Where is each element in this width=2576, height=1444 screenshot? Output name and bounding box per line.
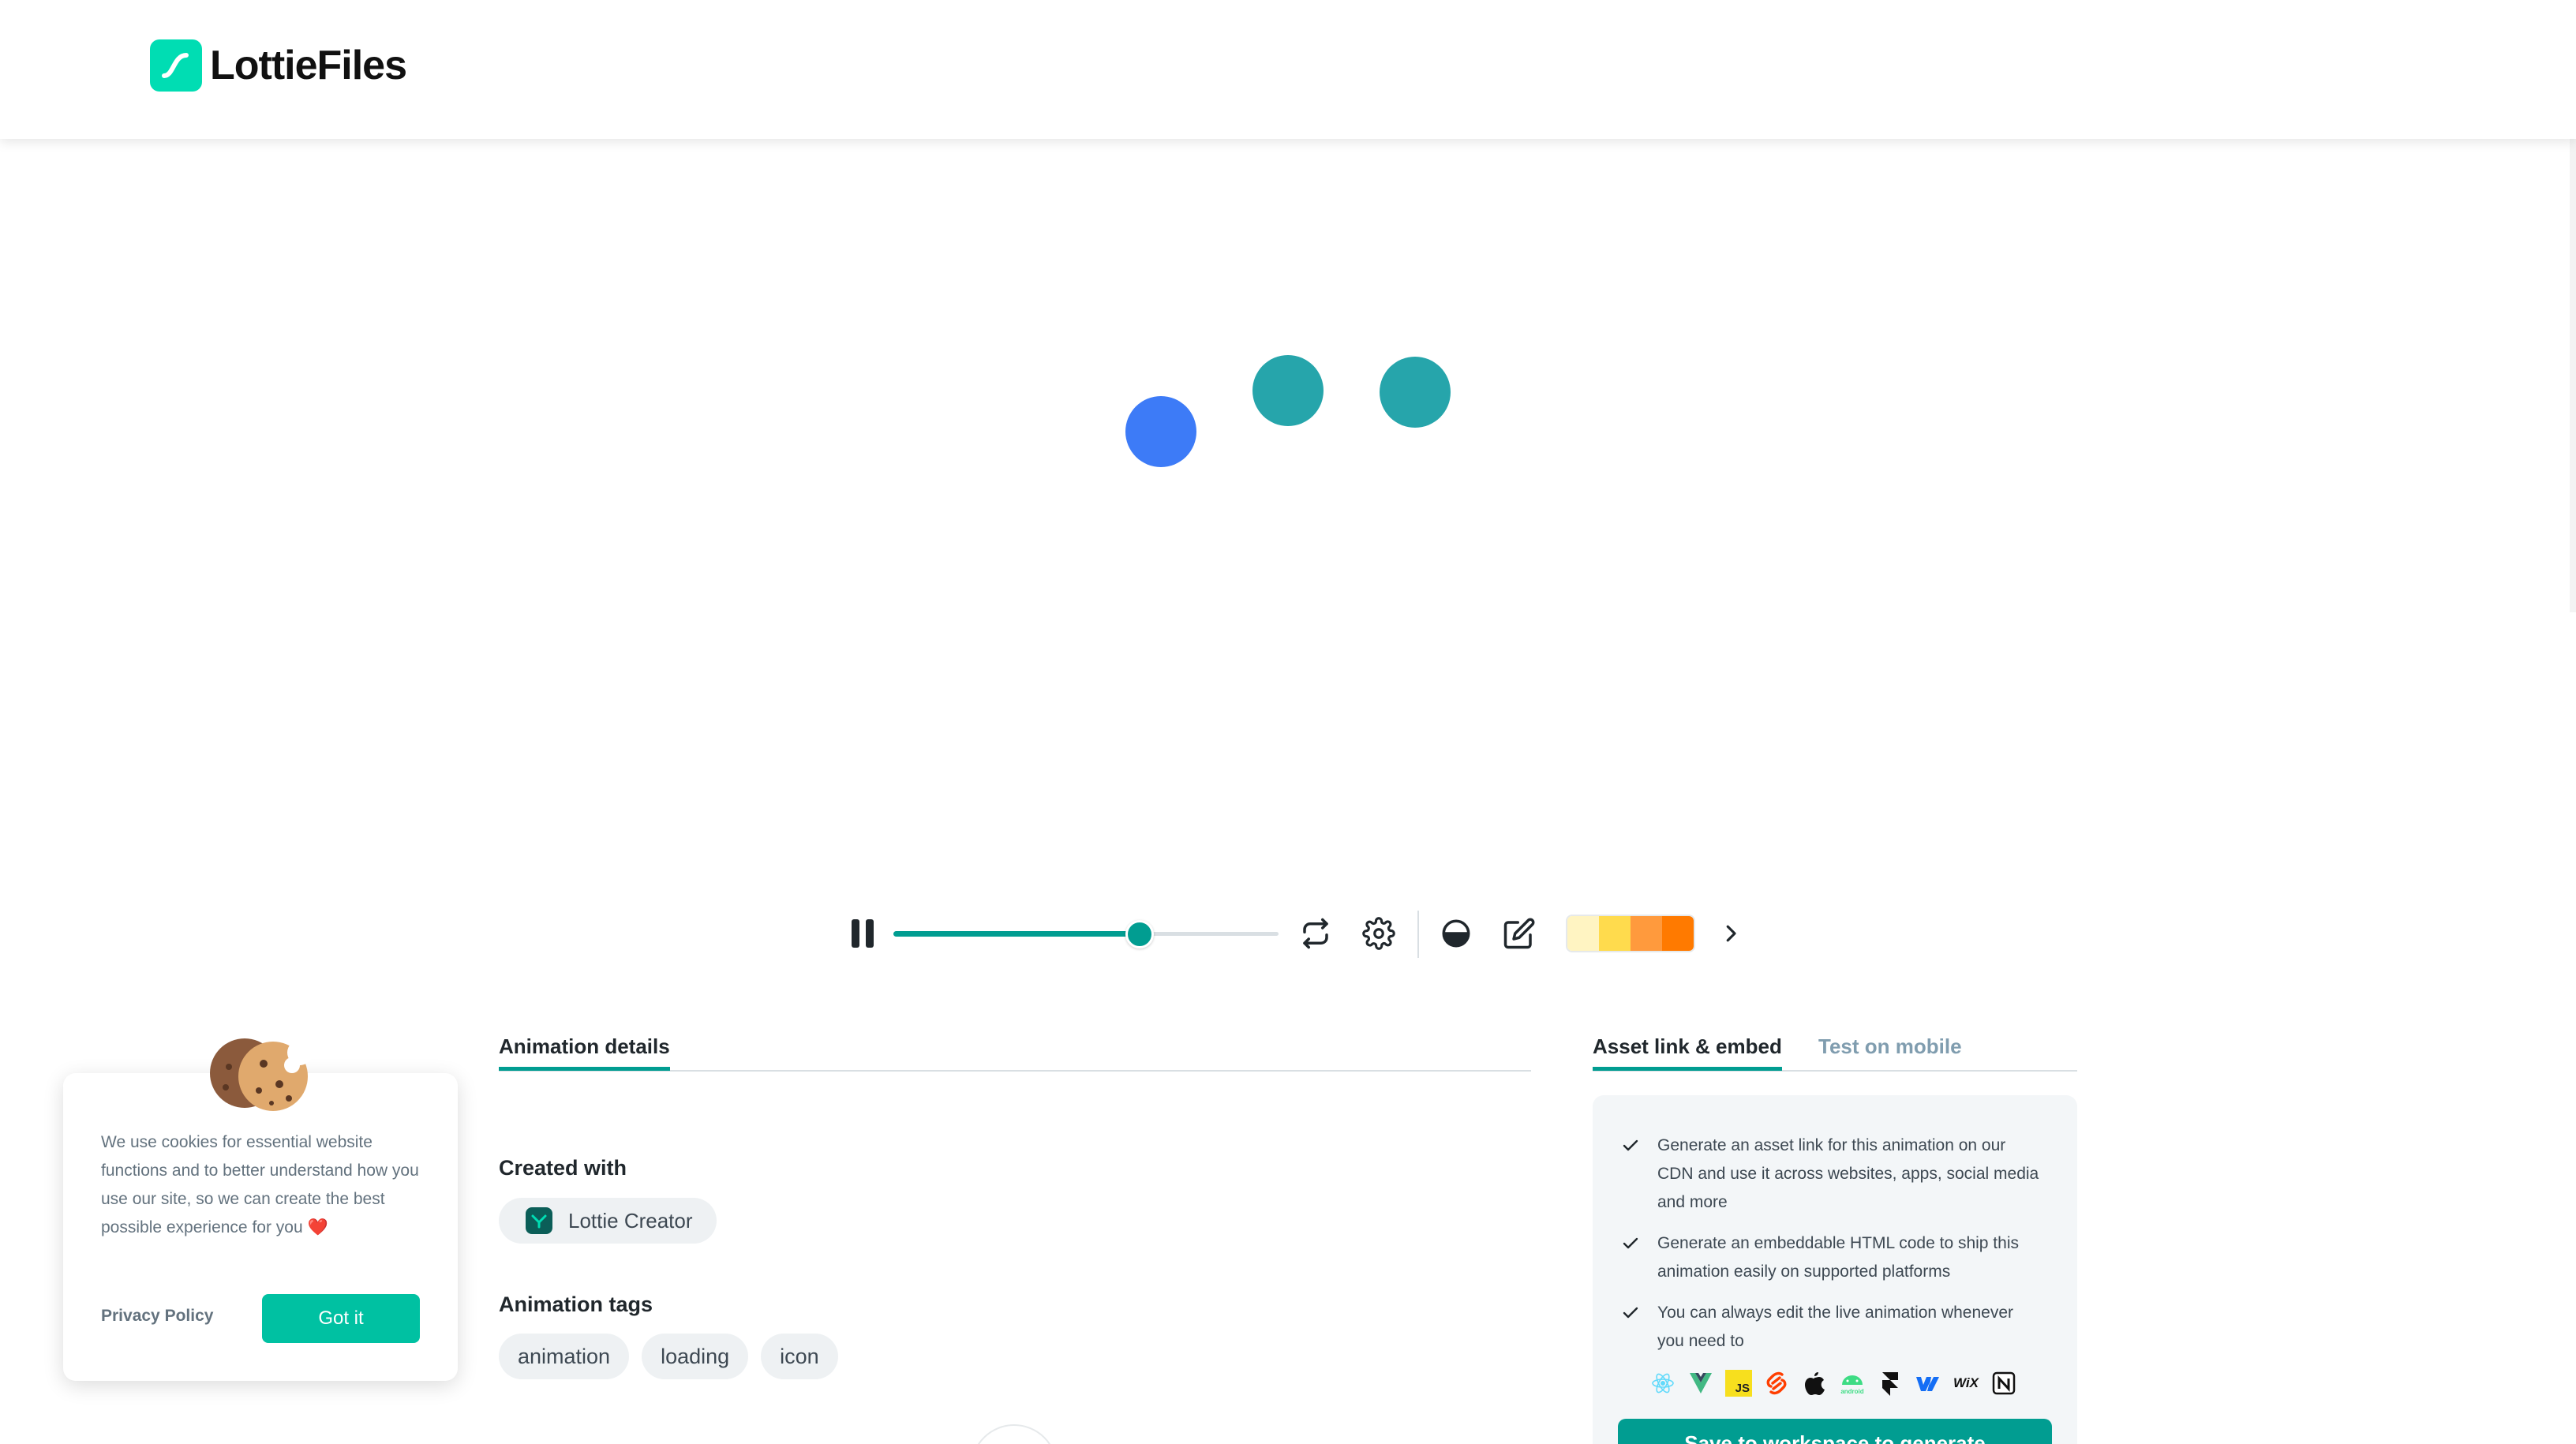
animation-dot xyxy=(1380,357,1451,428)
loop-icon xyxy=(1303,918,1328,949)
cookie-consent-banner: We use cookies for essential website fun… xyxy=(63,1073,458,1381)
controls-divider xyxy=(1417,911,1419,958)
feature-bullet-text: You can always edit the live animation w… xyxy=(1657,1304,2013,1350)
created-with-label: Created with xyxy=(499,1156,627,1180)
android-icon: android xyxy=(1839,1370,1866,1397)
wix-icon: WiX xyxy=(1953,1375,1979,1390)
lottie-creator-icon xyxy=(526,1207,552,1234)
privacy-policy-link[interactable]: Privacy Policy xyxy=(101,1307,213,1326)
gear-icon xyxy=(1362,917,1395,950)
palette-swatch xyxy=(1599,916,1631,951)
accept-cookies-button[interactable]: Got it xyxy=(262,1294,420,1343)
tab-animation-details[interactable]: Animation details xyxy=(499,1034,670,1071)
tag-chip[interactable]: icon xyxy=(761,1334,838,1379)
tag-list: animation loading icon xyxy=(499,1334,838,1379)
edit-icon xyxy=(1503,918,1535,949)
framer-icon xyxy=(1877,1370,1904,1397)
animation-dot xyxy=(1252,355,1324,426)
logo-mark-icon xyxy=(150,39,202,92)
lottiefiles-logo[interactable]: LottieFiles xyxy=(150,39,407,92)
tag-chip[interactable]: animation xyxy=(499,1334,630,1379)
webflow-icon xyxy=(1915,1370,1941,1397)
color-palette-swatches[interactable] xyxy=(1566,915,1695,952)
feature-bullet: Generate an asset link for this animatio… xyxy=(1621,1132,2044,1217)
top-header: LottieFiles xyxy=(0,0,2576,139)
page: LottieFiles Animation details Created wi… xyxy=(0,0,2576,1444)
background-color-button[interactable] xyxy=(1430,907,1482,960)
slider-handle[interactable] xyxy=(1125,920,1155,948)
palette-swatch xyxy=(1662,916,1694,951)
scrollbar[interactable] xyxy=(2570,139,2576,612)
scroll-indicator-circle[interactable] xyxy=(971,1424,1058,1444)
player-controls xyxy=(837,907,1744,960)
save-to-workspace-button[interactable]: Save to workspace to generate xyxy=(1618,1419,2052,1444)
cookie-icon xyxy=(207,1035,313,1118)
check-icon xyxy=(1623,1139,1638,1151)
heart-icon: ❤️ xyxy=(307,1218,328,1236)
animation-details-section: Animation details Created with Lottie Cr… xyxy=(499,1034,1531,1379)
details-tab-row: Animation details xyxy=(499,1034,1531,1072)
feature-bullet-text: Generate an embeddable HTML code to ship… xyxy=(1657,1234,2019,1281)
palette-next-button[interactable] xyxy=(1705,907,1757,960)
animation-tags-label: Animation tags xyxy=(499,1292,653,1316)
js-icon: JS xyxy=(1725,1370,1752,1397)
pause-button[interactable] xyxy=(837,907,889,960)
cookie-message: We use cookies for essential website fun… xyxy=(101,1128,432,1242)
logo-text: LottieFiles xyxy=(210,43,407,88)
asset-info-box: Generate an asset link for this animatio… xyxy=(1593,1095,2077,1444)
created-with-value: Lottie Creator xyxy=(568,1208,693,1233)
vue-icon xyxy=(1687,1370,1714,1397)
supported-platforms-row: JS android WiX xyxy=(1649,1370,2017,1397)
palette-swatch xyxy=(1567,916,1599,951)
tab-asset-link-embed[interactable]: Asset link & embed xyxy=(1593,1034,1782,1071)
react-icon xyxy=(1649,1370,1676,1397)
cookie-message-text: We use cookies for essential website fun… xyxy=(101,1133,419,1236)
notion-icon xyxy=(1990,1370,2017,1397)
asset-tab-row: Asset link & embed Test on mobile xyxy=(1593,1034,2077,1072)
asset-link-panel: Asset link & embed Test on mobile Genera… xyxy=(1593,1034,2077,1444)
apple-icon xyxy=(1801,1370,1828,1397)
tag-chip[interactable]: loading xyxy=(642,1334,749,1379)
settings-button[interactable] xyxy=(1353,907,1405,960)
svg-text:android: android xyxy=(1840,1388,1863,1395)
slider-fill xyxy=(893,931,1140,937)
feature-bullet: You can always edit the live animation w… xyxy=(1621,1299,2044,1356)
created-with-chip[interactable]: Lottie Creator xyxy=(499,1198,717,1244)
animation-dot xyxy=(1125,396,1196,467)
progress-slider[interactable] xyxy=(893,920,1279,948)
check-icon xyxy=(1623,1307,1638,1319)
tab-test-on-mobile[interactable]: Test on mobile xyxy=(1818,1034,1962,1059)
loop-button[interactable] xyxy=(1290,907,1342,960)
chevron-right-icon xyxy=(1726,925,1736,942)
feature-bullet-text: Generate an asset link for this animatio… xyxy=(1657,1136,2039,1211)
palette-swatch xyxy=(1631,916,1662,951)
edit-button[interactable] xyxy=(1493,907,1545,960)
pause-icon xyxy=(852,919,874,948)
check-icon xyxy=(1623,1237,1638,1249)
feature-bullet: Generate an embeddable HTML code to ship… xyxy=(1621,1229,2044,1286)
svelte-icon xyxy=(1763,1370,1790,1397)
contrast-drop-icon xyxy=(1442,919,1470,948)
